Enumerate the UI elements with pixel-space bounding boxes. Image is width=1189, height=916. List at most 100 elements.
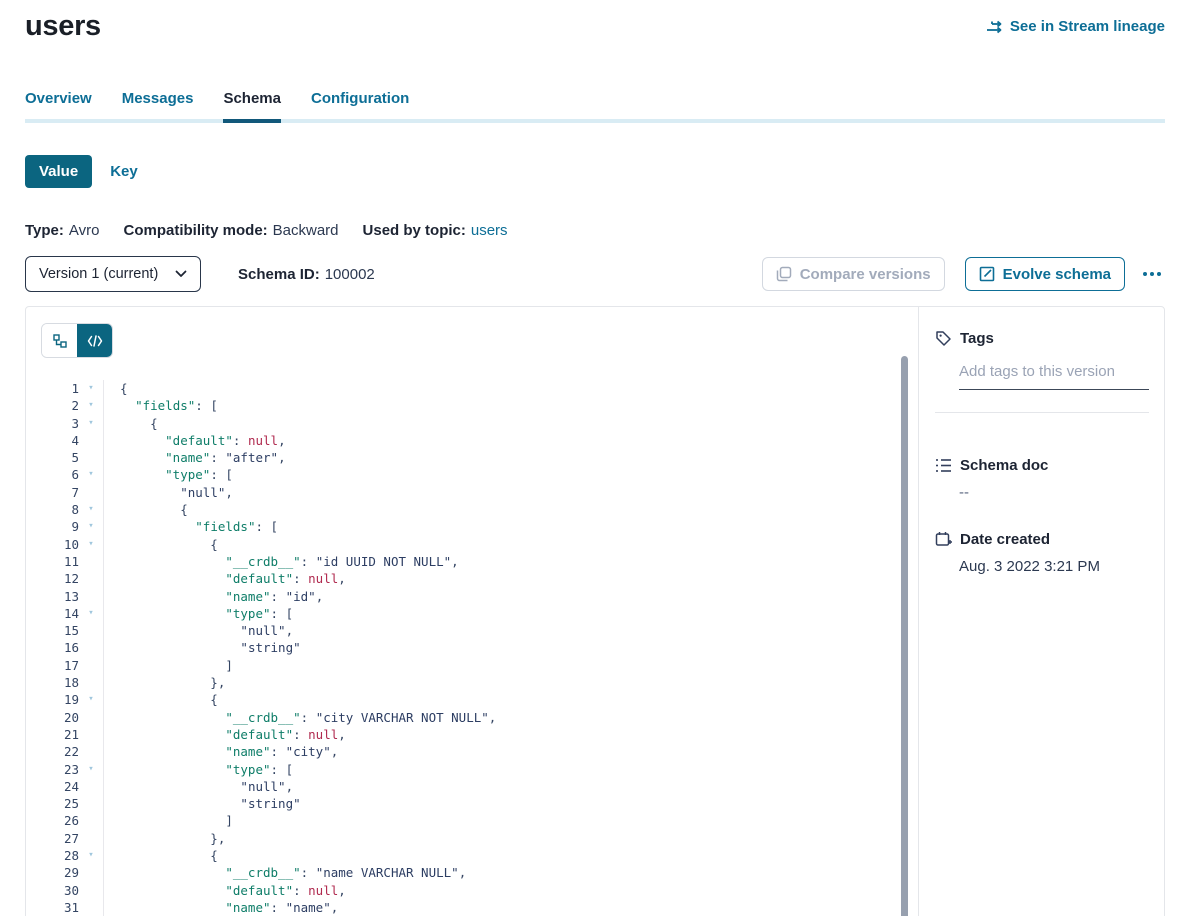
evolve-button-label: Evolve schema [1003,266,1111,283]
code-line: 13 "name": "id", [41,588,918,605]
fold-arrow-icon[interactable]: ▾ [79,761,103,778]
fold-arrow-icon[interactable]: ▾ [79,397,103,414]
code-scrollbar-thumb[interactable] [901,356,908,916]
fold-spacer [79,743,103,760]
evolve-schema-button[interactable]: Evolve schema [965,257,1125,291]
fold-arrow-icon[interactable]: ▾ [79,605,103,622]
value-toggle-button[interactable]: Value [25,155,92,188]
code-text: "default": null, [103,882,918,899]
line-number: 7 [41,484,79,501]
version-select[interactable]: Version 1 (current) [25,256,201,292]
code-line: 30 "default": null, [41,882,918,899]
line-number: 31 [41,899,79,916]
code-text: { [103,536,918,553]
line-number: 10 [41,536,79,553]
fold-arrow-icon[interactable]: ▾ [79,380,103,397]
fold-arrow-icon[interactable]: ▾ [79,536,103,553]
type-value: Avro [69,222,100,239]
code-text: }, [103,674,918,691]
line-number: 30 [41,882,79,899]
more-options-button[interactable] [1139,266,1165,282]
fold-arrow-icon[interactable]: ▾ [79,466,103,483]
tree-view-button[interactable] [42,324,77,357]
see-in-stream-lineage-link[interactable]: See in Stream lineage [986,18,1165,35]
type-label: Type: [25,222,64,239]
schema-doc-heading: Schema doc [935,457,1149,474]
schema-sidebar: Tags Schema doc [918,307,1164,916]
date-created-section: Date created Aug. 3 2022 3:21 PM [935,531,1149,575]
code-line: 26 ] [41,812,918,829]
schema-id-value: 100002 [325,266,375,283]
fold-arrow-icon[interactable]: ▾ [79,518,103,535]
line-number: 9 [41,518,79,535]
fold-spacer [79,899,103,916]
page-header: users See in Stream lineage [25,10,1165,43]
code-text: "name": "city", [103,743,918,760]
add-tags-input[interactable] [959,363,1149,390]
code-text: "default": null, [103,726,918,743]
code-text: "__crdb__": "city VARCHAR NOT NULL", [103,709,918,726]
schema-id: Schema ID:100002 [238,266,375,283]
code-line: 18 }, [41,674,918,691]
compare-icon [776,266,792,282]
code-lines: 1▾{2▾ "fields": [3▾ {4 "default": null,5… [41,380,918,916]
code-view-icon [87,335,103,347]
code-line: 2▾ "fields": [ [41,397,918,414]
fold-spacer [79,657,103,674]
line-number: 27 [41,830,79,847]
line-number: 8 [41,501,79,518]
code-view-button[interactable] [77,324,112,357]
page-title: users [25,10,101,43]
topic-link[interactable]: users [471,222,508,239]
code-line: 21 "default": null, [41,726,918,743]
compat-label: Compatibility mode: [123,222,267,239]
code-text: "__crdb__": "name VARCHAR NULL", [103,864,918,881]
code-text: "default": null, [103,570,918,587]
line-number: 19 [41,691,79,708]
code-line: 29 "__crdb__": "name VARCHAR NULL", [41,864,918,881]
code-text: { [103,380,918,397]
fold-arrow-icon[interactable]: ▾ [79,415,103,432]
schema-page: users See in Stream lineage Overview Mes… [0,0,1189,916]
tab-overview[interactable]: Overview [25,90,92,119]
ellipsis-icon [1143,272,1147,276]
code-line: 31 "name": "name", [41,899,918,916]
line-number: 4 [41,432,79,449]
line-number: 25 [41,795,79,812]
key-toggle-button[interactable]: Key [110,163,138,180]
fold-spacer [79,484,103,501]
code-line: 25 "string" [41,795,918,812]
line-number: 14 [41,605,79,622]
schema-doc-section: Schema doc -- [935,457,1149,501]
fold-spacer [79,812,103,829]
line-number: 11 [41,553,79,570]
value-key-toggle: Value Key [25,155,1165,188]
code-text: "string" [103,795,918,812]
version-select-value: Version 1 (current) [39,266,158,282]
fold-spacer [79,709,103,726]
tab-schema[interactable]: Schema [223,90,281,119]
tab-messages[interactable]: Messages [122,90,194,119]
topic-label: Used by topic: [363,222,466,239]
code-text: ] [103,657,918,674]
code-text: "null", [103,778,918,795]
fold-arrow-icon[interactable]: ▾ [79,847,103,864]
code-line: 17 ] [41,657,918,674]
tab-configuration[interactable]: Configuration [311,90,409,119]
fold-spacer [79,553,103,570]
date-created-heading: Date created [935,531,1149,548]
line-number: 1 [41,380,79,397]
code-text: "__crdb__": "id UUID NOT NULL", [103,553,918,570]
line-number: 3 [41,415,79,432]
code-text: "null", [103,622,918,639]
schema-panel: 1▾{2▾ "fields": [3▾ {4 "default": null,5… [25,306,1165,916]
fold-arrow-icon[interactable]: ▾ [79,691,103,708]
compare-versions-button[interactable]: Compare versions [762,257,945,291]
date-created-heading-label: Date created [960,531,1050,548]
code-text: "type": [ [103,761,918,778]
fold-arrow-icon[interactable]: ▾ [79,501,103,518]
code-line: 3▾ { [41,415,918,432]
code-text: { [103,501,918,518]
line-number: 17 [41,657,79,674]
code-text: "name": "after", [103,449,918,466]
